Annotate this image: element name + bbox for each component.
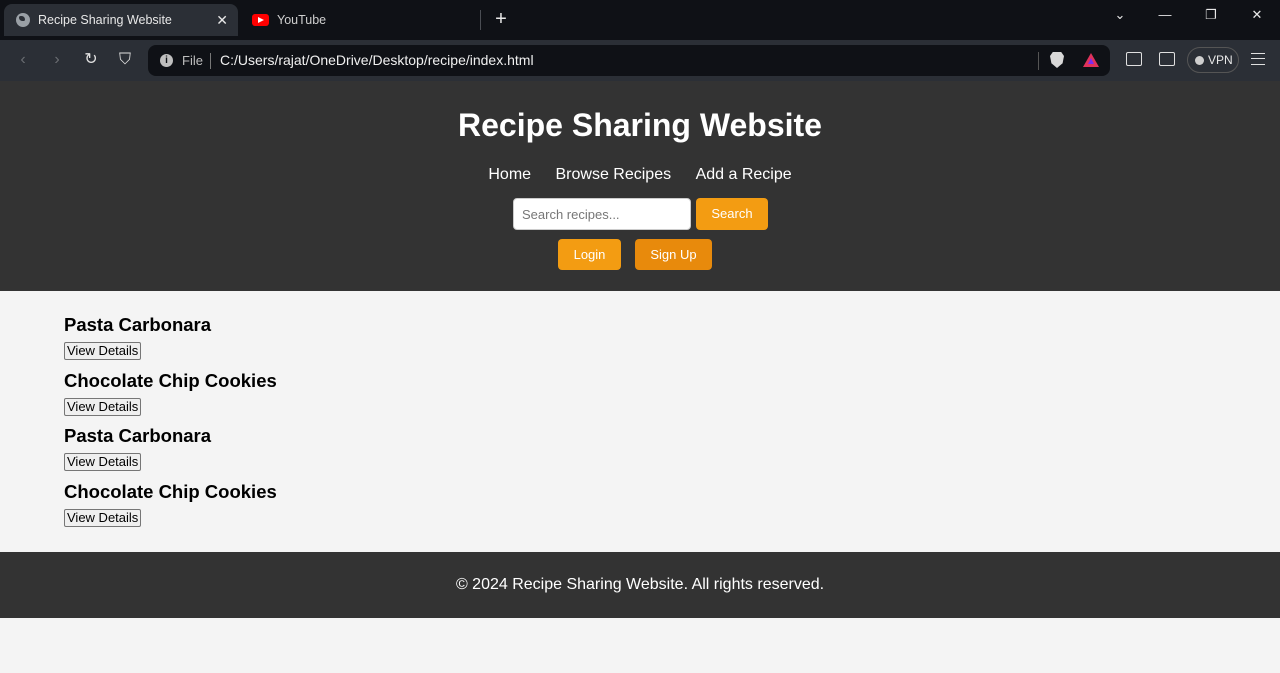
view-details-button[interactable]: View Details (64, 453, 142, 471)
view-details-button[interactable]: View Details (64, 508, 142, 527)
tab-youtube[interactable]: YouTube (240, 4, 480, 36)
restore-button[interactable]: ❐ (1188, 0, 1234, 30)
login-button[interactable]: Login (558, 239, 621, 270)
search-input[interactable] (513, 198, 691, 230)
tab-title: Recipe Sharing Website (38, 13, 172, 27)
sidebar-icon[interactable] (1126, 52, 1142, 66)
wallet-icon[interactable] (1159, 52, 1175, 66)
browser-tab-bar: Recipe Sharing Website ✕ YouTube + ⌄ — ❐… (0, 0, 1280, 40)
recipe-title: Chocolate Chip Cookies (64, 480, 277, 502)
close-tab-icon[interactable]: ✕ (216, 12, 228, 29)
recipe-title: Pasta Carbonara (64, 314, 212, 335)
address-bar[interactable]: i File C:/Users/rajat/OneDrive/Desktop/r… (148, 45, 1110, 76)
recipe-item: Chocolate Chip Cookies View Details (64, 370, 277, 426)
recipe-title: Pasta Carbonara (64, 425, 212, 446)
reload-icon[interactable]: ↻ (79, 48, 103, 72)
tab-title: YouTube (277, 13, 327, 27)
url-text[interactable]: C:/Users/rajat/OneDrive/Desktop/recipe/i… (220, 52, 534, 68)
view-details-button[interactable]: View Details (64, 397, 142, 416)
tab-recipe-sharing-website[interactable]: Recipe Sharing Website ✕ (4, 4, 238, 36)
recipe-list: Pasta Carbonara View Details Chocolate C… (64, 314, 277, 536)
recipe-item: Pasta Carbonara View Details (64, 425, 277, 481)
nav-link-home[interactable]: Home (488, 166, 531, 183)
copyright-text: © 2024 Recipe Sharing Website. All right… (455, 576, 825, 593)
web-page: Recipe Sharing Website Home Browse Recip… (0, 81, 1280, 673)
bookmark-icon[interactable]: ⛉ (113, 48, 137, 72)
brave-rewards-icon[interactable] (1083, 53, 1099, 67)
site-footer: © 2024 Recipe Sharing Website. All right… (0, 552, 1280, 618)
site-nav: Home Browse Recipes Add a Recipe (0, 166, 1280, 184)
minimize-button[interactable]: — (1142, 0, 1188, 30)
globe-icon (16, 13, 30, 27)
recipe-title: Chocolate Chip Cookies (64, 369, 277, 391)
recipe-item: Chocolate Chip Cookies View Details (64, 481, 277, 537)
menu-icon[interactable] (1251, 53, 1265, 65)
view-details-button[interactable]: View Details (64, 342, 142, 360)
page-title: Recipe Sharing Website (458, 107, 822, 143)
site-info-icon[interactable]: i (160, 54, 173, 67)
tab-divider (480, 10, 481, 30)
new-tab-button[interactable]: + (490, 8, 512, 30)
vpn-button[interactable]: VPN (1187, 47, 1239, 73)
site-header: Recipe Sharing Website Home Browse Recip… (0, 81, 1280, 291)
search-button[interactable]: Search (696, 198, 768, 230)
nav-link-browse-recipes[interactable]: Browse Recipes (556, 166, 672, 183)
youtube-icon (252, 14, 269, 26)
signup-button[interactable]: Sign Up (635, 239, 712, 270)
omnibox-divider (1038, 52, 1039, 70)
nav-link-add-recipe[interactable]: Add a Recipe (696, 166, 792, 183)
forward-icon[interactable]: › (45, 48, 69, 72)
tab-search-icon[interactable]: ⌄ (1097, 0, 1143, 30)
back-icon[interactable]: ‹ (11, 48, 35, 72)
url-divider (210, 53, 211, 69)
brave-shields-icon[interactable] (1050, 52, 1064, 68)
recipe-item: Pasta Carbonara View Details (64, 314, 277, 370)
close-window-button[interactable]: ✕ (1234, 0, 1280, 30)
scheme-label: File (182, 53, 203, 68)
